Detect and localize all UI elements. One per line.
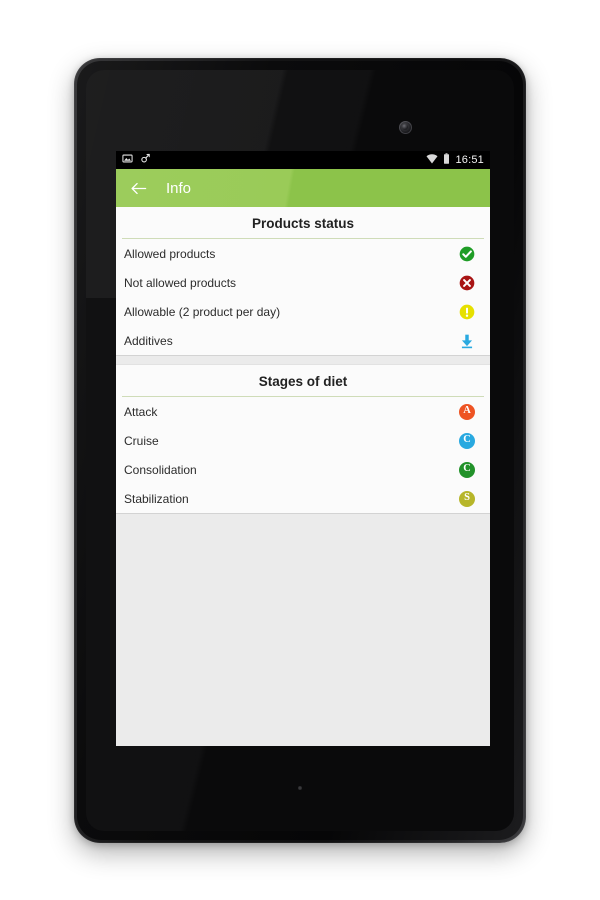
device-bezel: 16:51 Info Products status Allowed produ…	[77, 61, 523, 840]
list-item[interactable]: Allowed products	[116, 239, 490, 268]
usb-debugging-icon	[140, 151, 151, 169]
products-status-card: Products status Allowed products Not all…	[116, 207, 490, 356]
list-item[interactable]: Attack A	[116, 397, 490, 426]
row-label: Additives	[124, 333, 173, 348]
microphone-dot-icon	[298, 786, 302, 790]
list-item[interactable]: Consolidation C	[116, 455, 490, 484]
back-arrow-icon[interactable]	[128, 178, 148, 198]
stage-badge-letter: C	[459, 461, 475, 478]
status-bar-right-icons: 16:51	[426, 151, 484, 169]
status-bar-left-icons	[122, 151, 151, 169]
row-label: Consolidation	[124, 462, 197, 477]
stage-badge-letter: C	[459, 432, 475, 449]
battery-icon	[443, 151, 450, 169]
row-label: Attack	[124, 404, 158, 419]
check-circle-icon	[458, 245, 476, 263]
warning-circle-icon	[458, 303, 476, 321]
list-item[interactable]: Additives	[116, 326, 490, 355]
stage-badge-stabilization: S	[458, 490, 476, 508]
list-item[interactable]: Allowable (2 product per day)	[116, 297, 490, 326]
stage-badge-cruise: C	[458, 432, 476, 450]
download-arrow-icon	[458, 332, 476, 350]
stage-badge-letter: S	[459, 490, 475, 507]
list-item[interactable]: Cruise C	[116, 426, 490, 455]
app-bar: Info	[116, 169, 490, 207]
section-title-stages-of-diet: Stages of diet	[258, 374, 348, 389]
screenshot-icon	[122, 151, 133, 169]
page-title: Info	[166, 179, 192, 197]
stage-badge-attack: A	[458, 403, 476, 421]
status-bar: 16:51	[116, 151, 490, 169]
stage-badge-letter: A	[459, 403, 475, 420]
row-label: Allowable (2 product per day)	[124, 304, 281, 319]
row-label: Cruise	[124, 433, 159, 448]
content-area: Products status Allowed products Not all…	[116, 207, 490, 746]
row-label: Stabilization	[124, 491, 189, 506]
stage-badge-consolidation: C	[458, 461, 476, 479]
cross-circle-icon	[458, 274, 476, 292]
row-label: Allowed products	[124, 246, 216, 261]
front-camera-icon	[399, 121, 412, 134]
device-screen: 16:51 Info Products status Allowed produ…	[116, 151, 490, 746]
list-item[interactable]: Not allowed products	[116, 268, 490, 297]
row-label: Not allowed products	[124, 275, 237, 290]
list-item[interactable]: Stabilization S	[116, 484, 490, 513]
wifi-icon	[426, 151, 438, 169]
screenshot-root: 16:51 Info Products status Allowed produ…	[0, 0, 600, 900]
stages-of-diet-card: Stages of diet Attack A Cruise C Consoli…	[116, 364, 490, 514]
tablet-device: 16:51 Info Products status Allowed produ…	[74, 58, 526, 843]
status-bar-clock: 16:51	[455, 154, 484, 166]
section-title-products-status: Products status	[251, 216, 355, 231]
